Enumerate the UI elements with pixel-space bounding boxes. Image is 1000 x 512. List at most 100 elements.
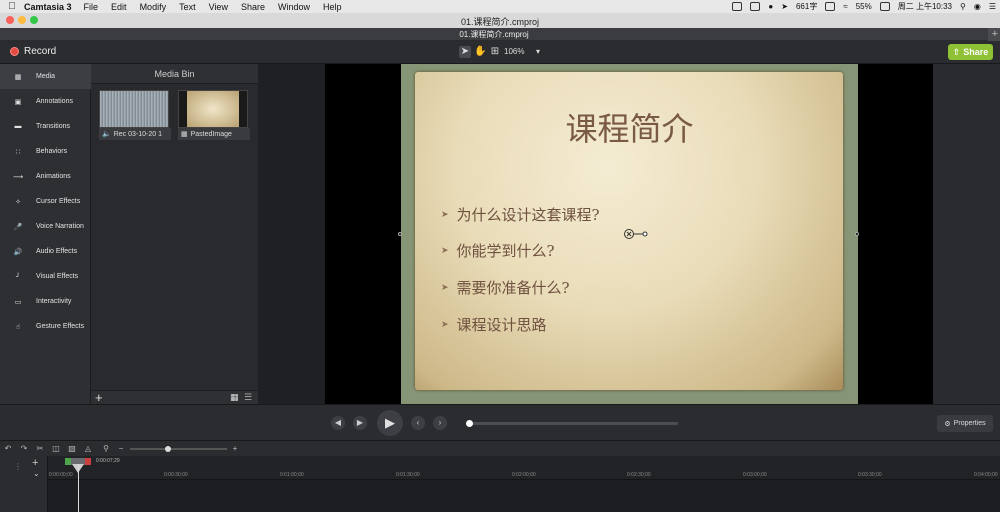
film-strip-icon: ▦ [14,73,22,81]
menu-help[interactable]: Help [323,2,342,12]
record-icon [10,47,19,56]
image-icon: ▦ [181,131,188,138]
previous-icon[interactable]: ‹ [411,416,425,430]
bullet-arrow-icon: ➤ [441,282,449,293]
undo-icon[interactable]: ↶ [3,444,13,454]
playhead-line[interactable] [78,464,79,512]
tool-audio-effects[interactable]: 🔊 Audio Effects [0,239,91,264]
properties-button[interactable]: ⚙ Properties [937,415,993,432]
battery-percent[interactable]: 55% [856,2,872,11]
battery-icon[interactable] [879,2,890,11]
next-icon[interactable]: › [433,416,447,430]
tool-animations[interactable]: ⟶ Animations [0,164,91,189]
media-item-name: PastedImage [190,130,232,138]
hand-tool-icon[interactable]: ✋ [474,46,486,58]
menu-share[interactable]: Share [241,2,265,12]
clock[interactable]: 周二 上午10:33 [898,1,952,12]
timeline-zoom-slider[interactable] [130,446,227,452]
tool-media[interactable]: ▦ Media [0,64,91,89]
select-tool-icon[interactable]: ➤ [459,46,471,58]
track-lock-icon[interactable]: ⋮ [14,462,22,471]
scrubber[interactable] [466,420,678,427]
media-item[interactable]: ▦ PastedImage [178,90,250,142]
menu-view[interactable]: View [209,2,228,12]
step-forward-icon[interactable]: ▶ [353,416,367,430]
list-view-icon[interactable]: ☰ [244,392,252,403]
image-thumbnail [178,90,248,128]
resize-handle-right[interactable] [855,232,859,236]
chevron-down-icon: ▾ [536,47,541,56]
list-icon[interactable]: ☰ [989,2,996,11]
cursor-effects-icon: ✧ [15,198,21,206]
tool-behaviors[interactable]: ∷ Behaviors [0,139,91,164]
cut-icon[interactable]: ✂ [35,444,45,454]
speaker-icon: 🔊 [13,248,23,256]
menu-file[interactable]: File [84,2,99,12]
search-icon[interactable]: ⚲ [960,2,966,11]
input-icon[interactable] [825,2,836,11]
media-item[interactable]: 🔈 Rec 03-10-20 1 [99,90,171,142]
user-icon[interactable]: ◉ [974,2,981,11]
media-bin-footer: + ▦ ☰ [91,390,258,405]
record-button[interactable]: Record [10,46,56,57]
scrubber-knob[interactable] [466,420,473,427]
crop-tool-icon[interactable]: ⊞ [489,46,501,58]
collapse-tracks-icon[interactable]: ⌄ [33,469,40,478]
tool-interactivity[interactable]: ▭ Interactivity [0,289,91,314]
menu-text[interactable]: Text [179,2,196,12]
word-count[interactable]: 661字 [796,1,817,12]
slide-image[interactable]: 课程简介 ➤ 为什么设计这套课程? ➤ 你能学到什么? ➤ 需要你准备什么? ➤… [401,64,858,404]
zoom-plus-icon[interactable]: + [230,444,240,454]
tool-cursor-effects[interactable]: ✧ Cursor Effects [0,189,91,214]
wechat-icon[interactable]: ● [768,2,773,11]
tool-gesture-effects[interactable]: ☝ Gesture Effects [0,314,91,339]
wifi-icon[interactable]: ≈ [843,2,847,11]
record-label: Record [24,46,57,57]
tools-panel: ▦ Media ▣ Annotations ▬ Transitions ∷ Behaviors… [0,64,91,404]
rotate-handle-icon[interactable] [623,228,649,240]
track-header: ⋮ + ⌄ [0,456,48,512]
out-point-handle[interactable] [85,458,91,465]
timeline-zoom-knob[interactable] [165,446,171,452]
tool-transitions[interactable]: ▬ Transitions [0,114,91,139]
tool-label: Cursor Effects [36,198,81,205]
copy-icon[interactable]: ◫ [51,444,61,454]
tool-voice-narration[interactable]: 🎤 Voice Narration [0,214,91,239]
send-icon[interactable]: ➤ [781,2,788,11]
grid-view-icon[interactable]: ▦ [230,392,239,403]
status-icon[interactable] [750,2,761,11]
zoom-select[interactable]: 106% ▾ [504,46,546,58]
in-point-handle[interactable] [65,458,71,465]
paste-icon[interactable]: ▧ [67,444,77,454]
ruler-tick-label: 0:04:00;00 [974,472,998,478]
play-button[interactable]: ▶ [377,410,403,436]
app-menu[interactable]: Camtasia 3 [24,2,72,12]
share-button[interactable]: ⇧ Share [948,44,993,60]
redo-icon[interactable]: ↷ [19,444,29,454]
tool-annotations[interactable]: ▣ Annotations [0,89,91,114]
menu-edit[interactable]: Edit [111,2,127,12]
step-back-icon[interactable]: ◀ [331,416,345,430]
project-tab[interactable]: 01.课程简介.cmproj [0,28,988,41]
add-track-icon[interactable]: + [32,457,38,469]
zoom-out-search-icon[interactable]: ⚲ [101,444,111,454]
menu-modify[interactable]: Modify [140,2,167,12]
add-media-icon[interactable]: + [95,390,103,405]
split-icon[interactable]: ◬ [83,444,93,454]
tool-label: Visual Effects [36,273,79,280]
zoom-minus-icon[interactable]: − [116,444,126,454]
status-icon[interactable] [732,2,743,11]
menu-window[interactable]: Window [278,2,310,12]
slide-bullet: ➤ 为什么设计这套课程? [441,204,600,225]
slide-bullet: ➤ 你能学到什么? [441,240,555,261]
resize-handle-left[interactable] [398,232,402,236]
empty-panel [258,64,325,404]
timeline: ⋮ + ⌄ 0:00:00;00 0:00:30;00 0:01:00;00 0… [0,456,1000,512]
apple-icon[interactable]:  [0,1,24,12]
bullet-text: 你能学到什么? [456,242,555,260]
bullet-arrow-icon: ➤ [441,245,449,256]
tool-visual-effects[interactable]: ╯ Visual Effects [0,264,91,289]
timeline-ruler[interactable]: 0:00:00;00 0:00:30;00 0:01:00;00 0:01:30… [48,456,1000,480]
new-tab-icon[interactable]: + [992,28,998,40]
timeline-toolbar: ↶ ↷ ✂ ◫ ▧ ◬ ⚲ − + [0,440,1000,456]
